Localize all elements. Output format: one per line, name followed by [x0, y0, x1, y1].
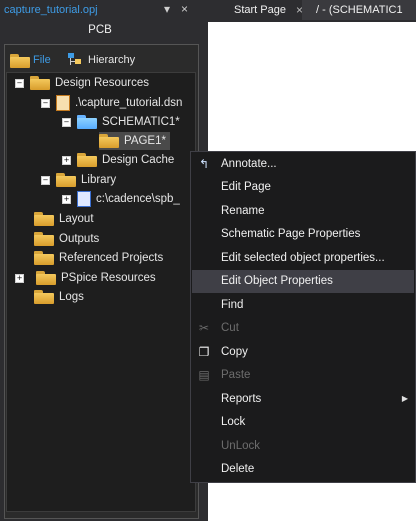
menu-item-label: Edit Page	[221, 181, 271, 193]
menu-item-label: Edit Object Properties	[221, 275, 333, 287]
tree-item-page1[interactable]: PAGE1*	[99, 132, 170, 150]
menu-item-label: Find	[221, 298, 244, 311]
expand-icon[interactable]: +	[15, 273, 24, 283]
menu-item-annotate[interactable]: ↰ Annotate...	[192, 152, 414, 175]
tree-item-referenced-projects[interactable]: Referenced Projects	[34, 249, 163, 267]
close-icon[interactable]: ×	[181, 2, 188, 16]
menu-item-label: Copy	[221, 345, 248, 358]
menu-item-label: Lock	[221, 416, 246, 428]
tab-hierarchy-label: Hierarchy	[88, 54, 136, 66]
tree-label: PSpice Resources	[61, 272, 156, 284]
folder-icon	[34, 251, 54, 265]
menu-item-edit-selected-object-properties[interactable]: Edit selected object properties...	[192, 246, 414, 269]
library-file-icon	[77, 191, 91, 207]
tree-item-schematic1[interactable]: − SCHEMATIC1*	[62, 113, 180, 131]
collapse-icon[interactable]: −	[62, 117, 71, 127]
page-icon	[99, 134, 119, 148]
tree-item-design-cache[interactable]: + Design Cache	[62, 151, 174, 169]
tree-label: c:\cadence\spb_	[96, 193, 180, 205]
folder-icon	[30, 76, 50, 90]
collapse-icon[interactable]: −	[41, 175, 50, 185]
tree-label: Design Cache	[102, 154, 175, 166]
tree-item-library-file[interactable]: + c:\cadence\spb_	[62, 190, 180, 208]
menu-item-label: Annotate...	[221, 157, 277, 170]
menu-item-schematic-page-properties[interactable]: Schematic Page Properties	[192, 223, 414, 246]
tree-item-logs[interactable]: Logs	[34, 288, 84, 306]
menu-item-copy[interactable]: ❐ Copy	[192, 340, 414, 363]
menu-item-label: Edit selected object properties...	[221, 251, 385, 264]
menu-item-unlock[interactable]: UnLock	[192, 434, 414, 457]
hierarchy-icon	[68, 53, 82, 67]
tree-label: Design Resources	[55, 77, 149, 89]
submenu-arrow-icon: ▶	[401, 394, 408, 403]
menu-item-paste[interactable]: ▤ Paste	[192, 364, 414, 387]
project-tree: − Design Resources − .\capture_tutorial.…	[6, 72, 196, 512]
collapse-icon[interactable]: −	[41, 98, 50, 108]
tab-start-page-label: Start Page	[234, 4, 286, 16]
menu-item-label: Delete	[221, 463, 255, 475]
tree-item-design-resources[interactable]: − Design Resources	[15, 74, 149, 92]
folder-icon	[56, 173, 76, 187]
design-file-icon	[56, 95, 70, 111]
menu-item-rename[interactable]: Rename	[192, 199, 414, 222]
tab-start-page[interactable]: Start Page ×	[210, 0, 303, 20]
folder-icon	[34, 212, 54, 226]
menu-item-label: Paste	[221, 369, 251, 381]
folder-icon	[10, 54, 30, 68]
paste-icon: ▤	[198, 368, 210, 382]
menu-item-reports[interactable]: Reports ▶	[192, 387, 414, 410]
tree-label: Logs	[59, 291, 84, 303]
context-menu: ↰ Annotate... Edit Page Rename Schematic…	[190, 151, 416, 483]
menu-item-label: Reports	[221, 392, 262, 405]
tree-label: PAGE1*	[124, 135, 166, 147]
folder-icon	[36, 271, 56, 285]
tree-label: Layout	[59, 213, 94, 225]
panel-label: PCB	[88, 24, 112, 36]
expand-icon[interactable]: +	[62, 194, 71, 204]
menu-item-label: Rename	[221, 204, 265, 217]
tree-label: SCHEMATIC1*	[102, 116, 180, 128]
tree-label: Referenced Projects	[59, 252, 164, 264]
tab-schematic-label: / - (SCHEMATIC1	[316, 4, 403, 16]
tab-file-label: File	[33, 54, 51, 66]
tab-hierarchy[interactable]: Hierarchy	[68, 50, 135, 70]
menu-item-find[interactable]: Find	[192, 293, 414, 316]
project-title: capture_tutorial.opj	[4, 4, 98, 16]
menu-item-edit-page[interactable]: Edit Page	[192, 176, 414, 199]
menu-item-lock[interactable]: Lock	[192, 411, 414, 434]
expand-icon[interactable]: +	[62, 155, 71, 165]
tree-item-layout[interactable]: Layout	[34, 210, 94, 228]
folder-icon	[77, 153, 97, 167]
menu-item-label: Schematic Page Properties	[221, 228, 361, 240]
folder-icon	[34, 232, 54, 246]
tree-label: .\capture_tutorial.dsn	[75, 97, 183, 109]
tree-item-design-file[interactable]: − .\capture_tutorial.dsn	[41, 94, 182, 112]
tree-label: Outputs	[59, 233, 100, 245]
annotate-icon: ↰	[198, 156, 210, 171]
menu-item-label: Cut	[221, 322, 239, 334]
menu-item-cut[interactable]: ✂ Cut	[192, 317, 414, 340]
tab-schematic[interactable]: / - (SCHEMATIC1	[302, 0, 416, 20]
menu-item-delete[interactable]: Delete	[192, 458, 414, 481]
copy-icon: ❐	[198, 344, 210, 359]
scissors-icon: ✂	[198, 321, 210, 335]
folder-icon	[34, 290, 54, 304]
schematic-folder-icon	[77, 115, 97, 129]
project-panel-header: capture_tutorial.opj ▾ ×	[0, 0, 200, 20]
tree-label: Library	[81, 174, 117, 186]
menu-item-label: UnLock	[221, 439, 260, 452]
collapse-icon[interactable]: −	[15, 78, 24, 88]
tree-item-pspice-resources[interactable]: + PSpice Resources	[15, 269, 156, 287]
dropdown-icon[interactable]: ▾	[164, 2, 170, 16]
menu-item-edit-object-properties[interactable]: Edit Object Properties	[192, 269, 414, 293]
tree-item-outputs[interactable]: Outputs	[34, 230, 99, 248]
tree-item-library[interactable]: − Library	[41, 171, 116, 189]
tab-file[interactable]: File	[10, 50, 51, 70]
